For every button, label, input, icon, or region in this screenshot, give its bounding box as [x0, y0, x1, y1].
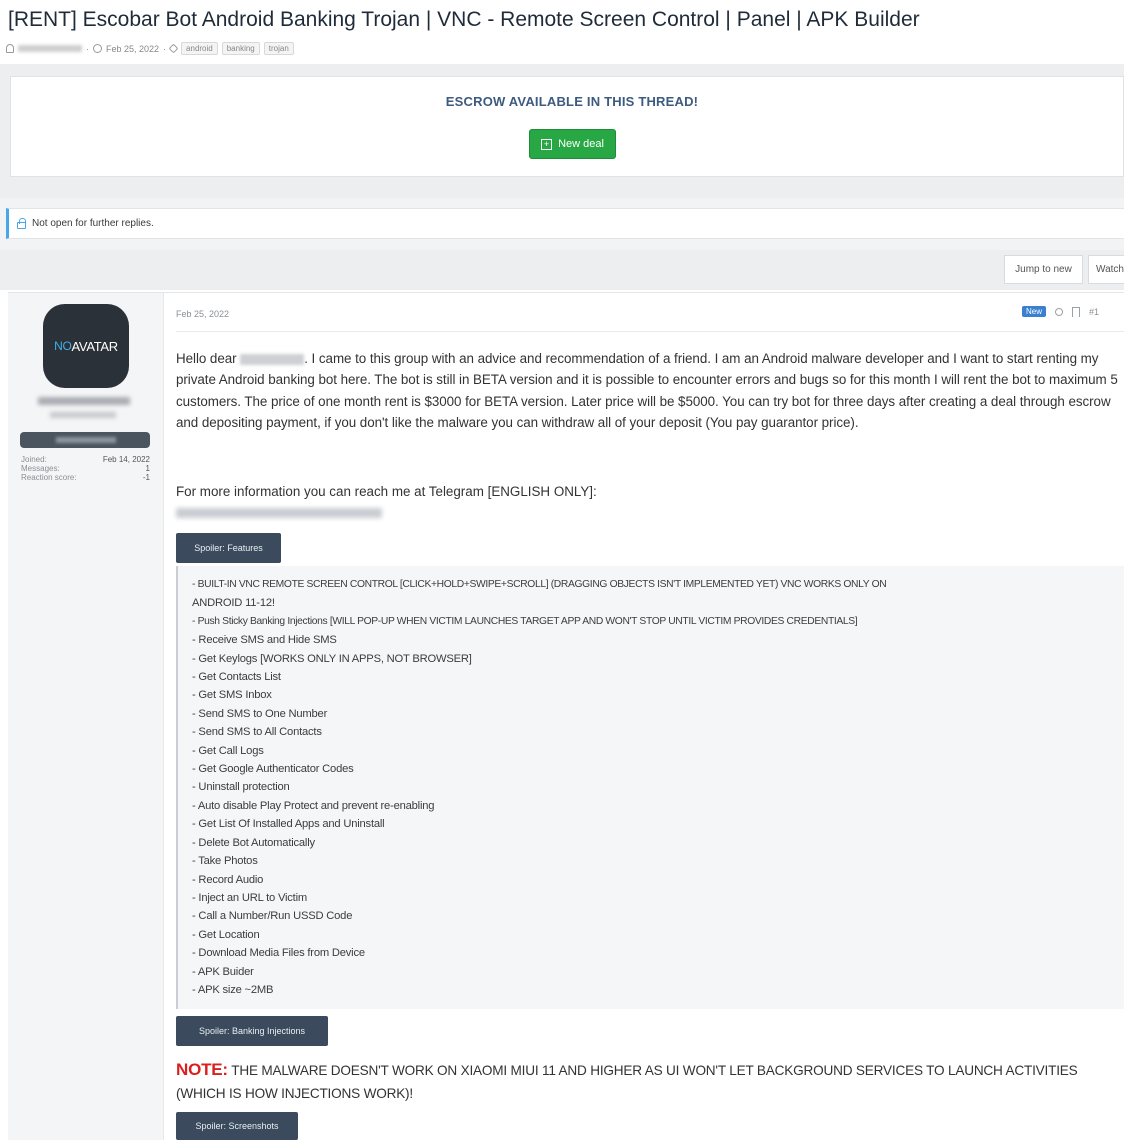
user-icon	[6, 44, 14, 53]
avatar[interactable]: NO AVATAR	[43, 304, 129, 388]
watch-button[interactable]: Watch	[1088, 255, 1124, 284]
new-deal-button[interactable]: + New deal	[529, 129, 616, 159]
user-stats: Joined: Feb 14, 2022 Messages: 1 Reaction …	[21, 455, 150, 482]
list-item: - APK Buider	[192, 965, 254, 978]
post-actions: New #1	[1022, 306, 1099, 317]
thread-nav-band	[0, 250, 1124, 290]
post-number[interactable]: #1	[1089, 307, 1099, 317]
user-banner	[20, 432, 150, 448]
tag-trojan[interactable]: trojan	[263, 42, 294, 55]
thread-date[interactable]: Feb 25, 2022	[106, 44, 159, 54]
list-item: - APK size ~2MB	[192, 983, 274, 996]
list-item: ANDROID 11-12!	[192, 597, 275, 610]
bookmark-icon[interactable]	[1072, 306, 1081, 317]
list-item: - Get Contacts List	[192, 671, 281, 684]
lock-icon	[17, 217, 26, 229]
plus-square-icon: +	[541, 138, 553, 150]
list-item: - BUILT-IN VNC REMOTE SCREEN CONTROL [CL…	[192, 579, 887, 590]
list-item: - Receive SMS and Hide SMS	[192, 634, 337, 647]
list-item: - Get SMS Inbox	[192, 689, 272, 702]
list-item: - Download Media Files from Device	[192, 947, 365, 960]
list-item: - Get Google Authenticator Codes	[192, 763, 354, 776]
user-title-redacted	[50, 412, 116, 418]
stat-joined: Joined: Feb 14, 2022	[21, 455, 150, 464]
avatar-rest-text: AVATAR	[71, 338, 119, 354]
list-item: - Uninstall protection	[192, 781, 290, 794]
recipient-name-redacted	[240, 353, 305, 365]
new-deal-label: New deal	[558, 138, 604, 150]
jump-to-new-button[interactable]: Jump to new	[1004, 255, 1083, 284]
escrow-box	[10, 76, 1124, 177]
more-info-text: For more information you can reach me at…	[176, 484, 597, 499]
clock-icon	[93, 44, 102, 53]
thread-title: [RENT] Escobar Bot Android Banking Troja…	[8, 8, 920, 31]
post-divider	[176, 331, 1124, 332]
note-text: NOTE: THE MALWARE DOESN'T WORK ON XIAOMI…	[176, 1060, 1078, 1101]
tag-banking[interactable]: banking	[221, 42, 260, 55]
list-item: - Send SMS to One Number	[192, 707, 328, 720]
stat-messages: Messages: 1	[21, 464, 150, 473]
list-item: - Get Call Logs	[192, 744, 264, 757]
post-body: Hello dear . I came to this group with a…	[176, 351, 1118, 431]
closed-notice-text: Not open for further replies.	[32, 218, 154, 229]
list-item: - Inject an URL to Victim	[192, 891, 307, 904]
username-redacted[interactable]	[38, 397, 130, 405]
escrow-title: ESCROW AVAILABLE IN THIS THREAD!	[445, 94, 699, 109]
thread-meta: · Feb 25, 2022 · android banking trojan	[6, 42, 294, 55]
telegram-link-redacted[interactable]	[176, 508, 382, 518]
tag-icon	[168, 43, 179, 54]
author-name-redacted[interactable]	[18, 45, 82, 52]
list-item: - Send SMS to All Contacts	[192, 726, 322, 739]
list-item: - Take Photos	[192, 855, 258, 868]
list-item: - Push Sticky Banking Injections [WILL P…	[192, 615, 858, 627]
spoiler-features-button[interactable]: Spoiler: Features	[176, 533, 281, 563]
list-item: - Record Audio	[192, 873, 264, 886]
spoiler-screenshots-button[interactable]: Spoiler: Screenshots	[176, 1112, 298, 1140]
spoiler-banking-injections-button[interactable]: Spoiler: Banking Injections	[176, 1016, 328, 1046]
list-item: - Get List Of Installed Apps and Uninsta…	[192, 818, 385, 831]
note-label: NOTE:	[176, 1060, 228, 1079]
new-badge: New	[1022, 306, 1047, 317]
avatar-no-text: NO	[54, 339, 72, 353]
features-list: - BUILT-IN VNC REMOTE SCREEN CONTROL [CL…	[176, 566, 1124, 1009]
share-icon[interactable]	[1055, 307, 1064, 316]
post-user-column	[8, 293, 164, 1140]
closed-notice: Not open for further replies.	[6, 208, 1124, 239]
list-item: - Delete Bot Automatically	[192, 836, 315, 849]
list-item: - Call a Number/Run USSD Code	[192, 910, 353, 923]
list-item: - Auto disable Play Protect and prevent …	[192, 799, 435, 812]
tag-android[interactable]: android	[181, 42, 218, 55]
stat-reaction-score: Reaction score: -1	[21, 473, 150, 482]
thread-page: [RENT] Escobar Bot Android Banking Troja…	[0, 0, 1124, 1140]
list-item: - Get Location	[192, 928, 260, 941]
post-date[interactable]: Feb 25, 2022	[176, 309, 229, 319]
list-item: - Get Keylogs [WORKS ONLY IN APPS, NOT B…	[192, 652, 472, 665]
